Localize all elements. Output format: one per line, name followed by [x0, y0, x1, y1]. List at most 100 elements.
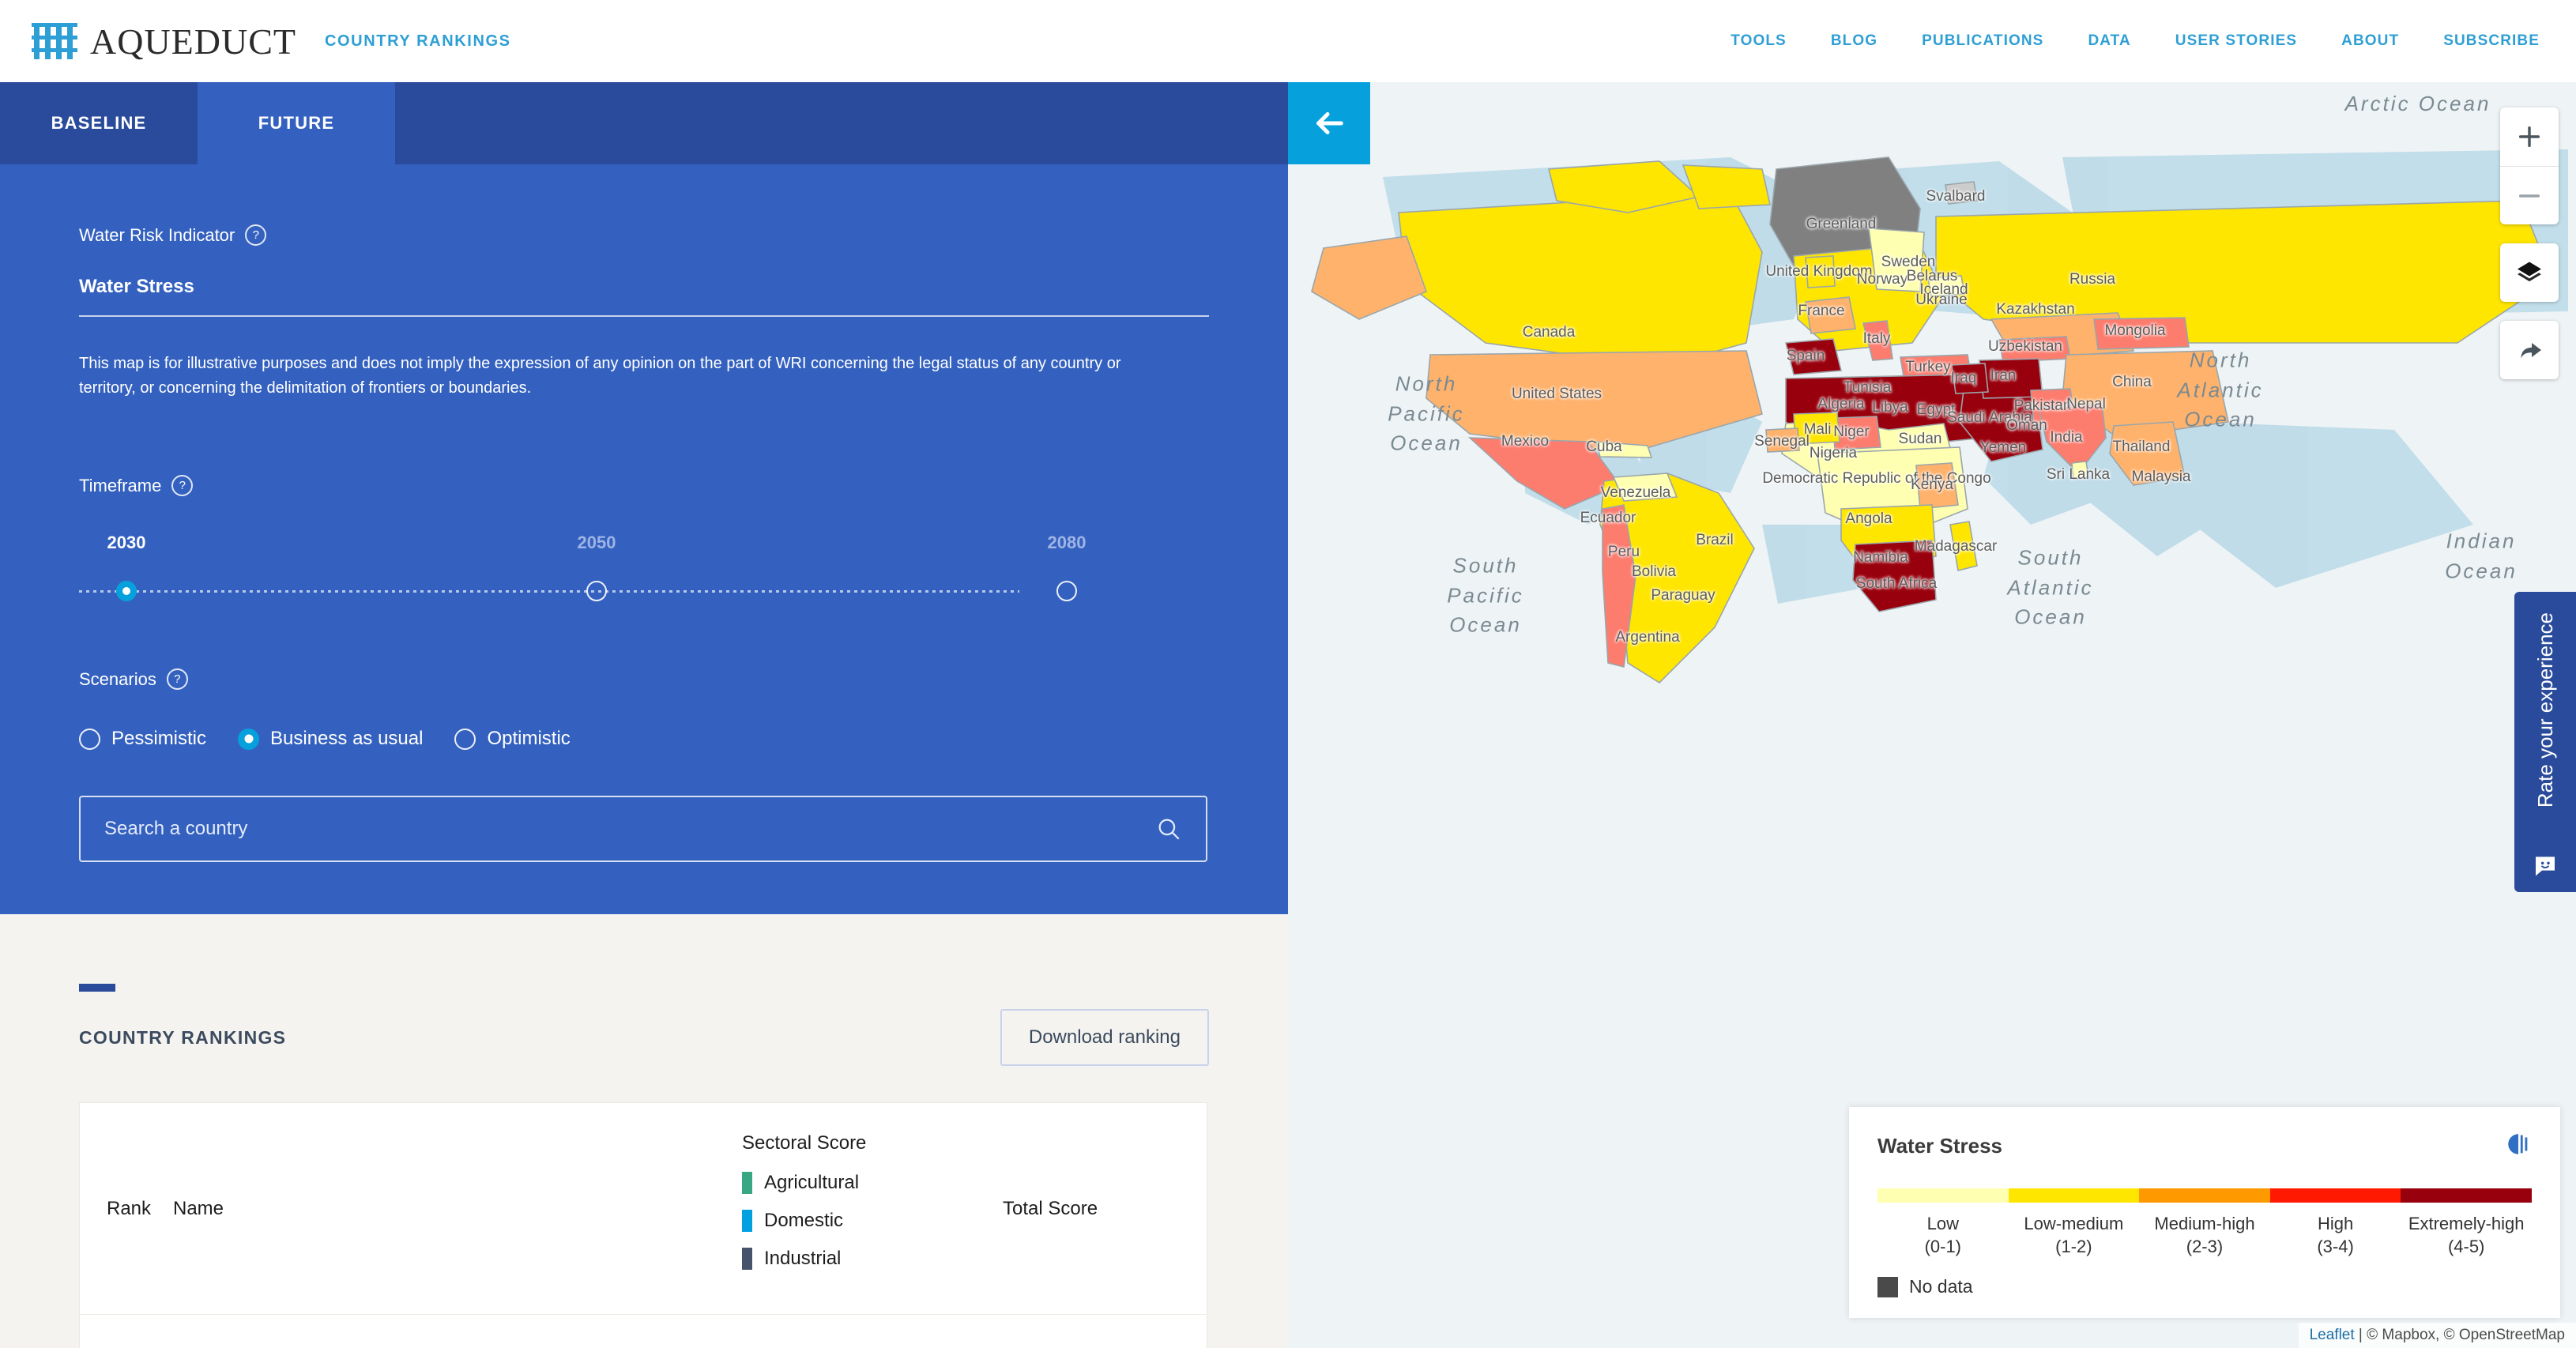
scenario-option-business-as-usual[interactable]: Business as usual [238, 728, 423, 750]
legend-swatch-low [1877, 1188, 2009, 1203]
ocean-label-indian: Indian Ocean [2445, 529, 2518, 582]
layers-button[interactable] [2500, 243, 2559, 302]
tab-bar: BASELINE FUTURE [0, 82, 1288, 164]
sectoral-score-title: Sectoral Score [742, 1131, 867, 1154]
column-header-name[interactable]: Name [173, 1198, 742, 1220]
column-header-sectoral-score: Sectoral Score Agricultural Domestic Ind… [742, 1132, 1003, 1286]
layers-control [2500, 243, 2559, 302]
column-header-total-score[interactable]: Total Score [1003, 1198, 1180, 1220]
zoom-in-button[interactable] [2500, 107, 2559, 166]
site-header: AQUEDUCT COUNTRY RANKINGS TOOLS BLOG PUB… [0, 0, 2576, 82]
timeframe-label-2030: 2030 [107, 533, 146, 552]
brand-subtitle: COUNTRY RANKINGS [324, 32, 511, 50]
legend-swatch-high [2269, 1188, 2401, 1203]
swatch-agricultural [742, 1171, 752, 1194]
country-search-box[interactable]: Search a country [79, 796, 1207, 862]
nav-item-tools[interactable]: TOOLS [1731, 32, 1787, 50]
legend-collapse-button[interactable] [2505, 1131, 2532, 1162]
ocean-label-north-pacific: North Pacific Ocean [1388, 371, 1465, 455]
nav-item-user-stories[interactable]: USER STORIES [2175, 32, 2297, 50]
brand-logo[interactable]: AQUEDUCT COUNTRY RANKINGS [0, 21, 511, 62]
rankings-header: COUNTRY RANKINGS Download ranking [79, 1009, 1209, 1066]
attribution-leaflet-link[interactable]: Leaflet [2310, 1327, 2355, 1343]
section-accent-bar [79, 984, 115, 992]
scenarios-radio-group: Pessimistic Business as usual Optimistic [79, 728, 1209, 750]
legend-swatch-medium-high [2139, 1188, 2270, 1203]
controls-panel: Water Risk Indicator ? Water Stress This… [0, 164, 1288, 914]
help-icon-indicator[interactable]: ? [245, 224, 267, 246]
tab-future[interactable]: FUTURE [198, 82, 395, 164]
help-icon-scenarios[interactable]: ? [166, 668, 188, 690]
help-icon-timeframe[interactable]: ? [171, 475, 194, 496]
water-risk-indicator-text: Water Risk Indicator [79, 224, 235, 245]
rate-experience-tab[interactable]: Rate your experience [2514, 592, 2576, 892]
timeframe-dot-2030[interactable] [116, 581, 137, 601]
ocean-label-north-atlantic: North Atlantic Ocean [2177, 348, 2264, 431]
back-button[interactable] [1288, 82, 1370, 164]
zoom-out-button[interactable] [2500, 166, 2559, 224]
timeframe-dot-2080[interactable] [1056, 581, 1077, 601]
nav-item-about[interactable]: ABOUT [2341, 32, 2399, 50]
nav-item-subscribe[interactable]: SUBSCRIBE [2443, 32, 2540, 50]
sector-label-agricultural: Agricultural [764, 1171, 860, 1193]
legend-title: Water Stress [1877, 1133, 2002, 1158]
arrow-left-icon [1316, 112, 1343, 134]
page-title: COUNTRY RANKINGS [79, 1026, 287, 1048]
legend-label-high: High (3-4) [2317, 1213, 2354, 1257]
feedback-smiley-icon [2536, 857, 2555, 876]
rankings-table: Rank Name Sectoral Score Agricultural Do… [79, 1102, 1207, 1348]
scenarios-label: Scenarios ? [79, 608, 1209, 690]
column-header-rank[interactable]: Rank [107, 1198, 173, 1220]
left-panel: BASELINE FUTURE Water Risk Indicator ? W… [0, 82, 1288, 1348]
sector-legend-agricultural: Agricultural [742, 1171, 1003, 1194]
search-input[interactable]: Search a country [104, 818, 1155, 840]
scenarios-text: Scenarios [79, 668, 156, 689]
legend-label-no-data: No data [1909, 1276, 1973, 1297]
table-header-row: Rank Name Sectoral Score Agricultural Do… [80, 1103, 1207, 1315]
nav-item-data[interactable]: DATA [2088, 32, 2130, 50]
map-controls [2500, 107, 2559, 398]
legend-labels: Low (0-1) Low-medium (1-2) Medium-high (2-3… [1877, 1212, 2532, 1259]
layers-icon [2518, 262, 2541, 282]
share-control [2500, 321, 2559, 379]
attribution-rest: | © Mapbox, © OpenStreetMap [2354, 1327, 2565, 1343]
aqueduct-logo-icon [30, 23, 79, 59]
ocean-label-arctic: Arctic Ocean [2344, 92, 2491, 116]
swatch-industrial [742, 1247, 752, 1270]
scenario-label-optimistic: Optimistic [487, 728, 571, 749]
share-icon [2521, 343, 2541, 359]
timeframe-label-2080: 2080 [1047, 533, 1087, 552]
legend-toggle-icon [2508, 1133, 2528, 1154]
nav-item-blog[interactable]: BLOG [1831, 32, 1877, 50]
map-attribution: Leaflet | © Mapbox, © OpenStreetMap [2298, 1323, 2576, 1348]
timeframe-label: Timeframe ? [79, 415, 1209, 496]
scenario-label-pessimistic: Pessimistic [111, 728, 207, 749]
sector-label-industrial: Industrial [764, 1247, 842, 1269]
scenario-option-optimistic[interactable]: Optimistic [454, 728, 571, 750]
tab-baseline[interactable]: BASELINE [0, 82, 198, 164]
world-map[interactable]: Arctic Ocean North Pacific Ocean North Atla… [1288, 82, 2576, 1348]
timeframe-dot-2050[interactable] [586, 581, 607, 601]
timeframe-tick-labels: 2030 2050 2080 [79, 533, 1087, 564]
country-rankings-section: COUNTRY RANKINGS Download ranking Rank N… [0, 914, 1288, 1348]
water-risk-indicator-select[interactable]: Water Stress [79, 276, 1209, 317]
tab-bar-filler [395, 82, 1288, 164]
radio-icon-optimistic [454, 728, 476, 750]
ocean-label-south-atlantic: South Atlantic Ocean [2007, 545, 2094, 629]
nav-item-publications[interactable]: PUBLICATIONS [1922, 32, 2043, 50]
download-ranking-button[interactable]: Download ranking [1000, 1009, 1209, 1066]
legend-color-bar [1877, 1188, 2532, 1203]
legend-label-low: Low (0-1) [1924, 1213, 1962, 1257]
legend-swatch-extremely-high [2401, 1188, 2532, 1203]
scenario-option-pessimistic[interactable]: Pessimistic [79, 728, 206, 750]
swatch-domestic [742, 1209, 752, 1232]
share-button[interactable] [2500, 321, 2559, 379]
map-disclaimer: This map is for illustrative purposes an… [79, 355, 1121, 397]
legend-swatch-low-medium [2008, 1188, 2140, 1203]
sector-legend-industrial: Industrial [742, 1247, 1003, 1270]
legend-header: Water Stress [1877, 1131, 2532, 1162]
water-risk-indicator-label: Water Risk Indicator ? [79, 164, 1209, 246]
plus-icon [2518, 126, 2540, 148]
search-icon[interactable] [1155, 815, 1182, 842]
timeframe-slider[interactable] [79, 574, 1077, 608]
